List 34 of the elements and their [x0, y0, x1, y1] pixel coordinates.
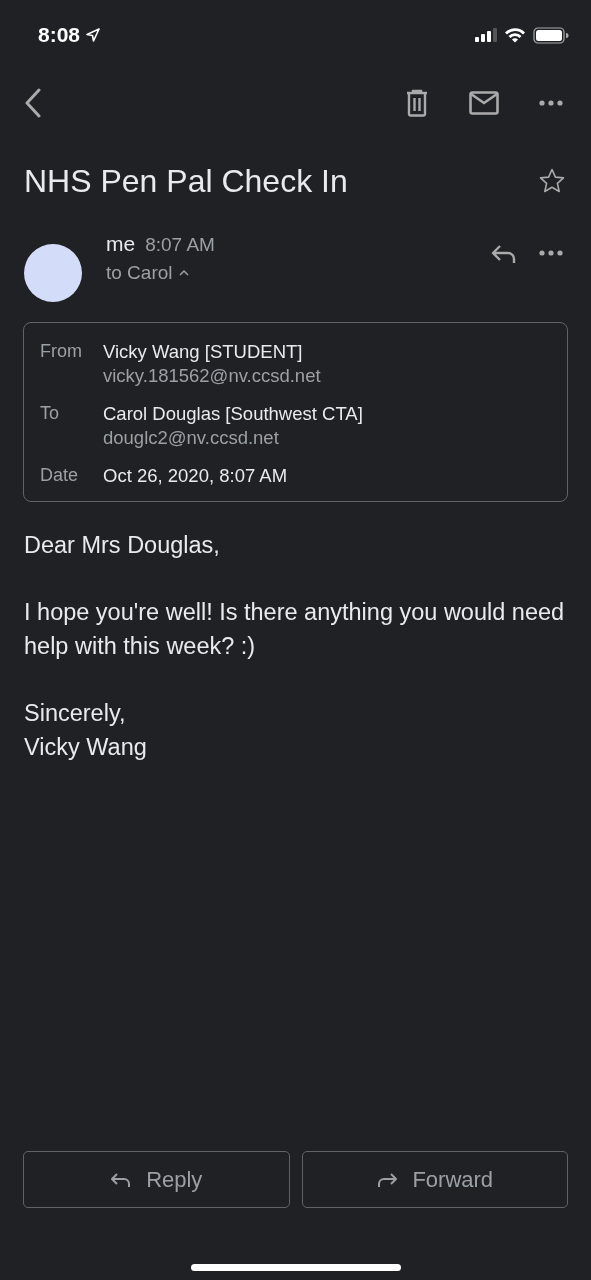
- more-icon[interactable]: [539, 250, 563, 256]
- email-subject: NHS Pen Pal Check In: [24, 162, 349, 200]
- detail-label: From: [40, 341, 83, 363]
- more-icon[interactable]: [539, 100, 563, 106]
- message-text: Sincerely,: [24, 699, 127, 728]
- recipients-toggle[interactable]: to Carol: [106, 262, 215, 284]
- caret-icon: [178, 269, 189, 277]
- detail-label: Date: [40, 465, 80, 487]
- reply-icon: [110, 1171, 133, 1188]
- message-text: I hope you're well! Is there anything you would need help with this week? :): [24, 598, 566, 661]
- sender-name: me: [106, 232, 136, 256]
- detail-value: Oct 26, 2020, 8:07 AM: [103, 465, 288, 487]
- reply-button[interactable]: Reply: [23, 1151, 290, 1208]
- back-icon[interactable]: [24, 88, 42, 118]
- detail-value: Carol Douglas [Southwest CTA]: [103, 403, 363, 425]
- message-text: Dear Mrs Douglas,: [24, 531, 221, 560]
- delete-icon[interactable]: [405, 89, 429, 117]
- star-icon[interactable]: [539, 168, 565, 194]
- forward-button[interactable]: Forward: [301, 1151, 568, 1208]
- status-time: 8:08: [38, 23, 81, 47]
- signal-icon: [475, 28, 497, 42]
- sent-time: 8:07 AM: [145, 234, 215, 256]
- avatar: [24, 244, 82, 302]
- message-text: Vicky Wang: [24, 733, 148, 762]
- detail-label: To: [40, 403, 60, 425]
- location-arrow-icon: [86, 28, 101, 42]
- battery-icon: [533, 26, 569, 44]
- reply-icon[interactable]: [491, 244, 517, 264]
- detail-value: Vicky Wang [STUDENT]: [103, 341, 304, 363]
- email-address: douglc2@nv.ccsd.net: [103, 427, 280, 449]
- forward-icon: [376, 1171, 399, 1188]
- wifi-icon: [504, 27, 526, 43]
- email-address: vicky.181562@nv.ccsd.net: [103, 365, 321, 387]
- mail-icon[interactable]: [469, 91, 499, 115]
